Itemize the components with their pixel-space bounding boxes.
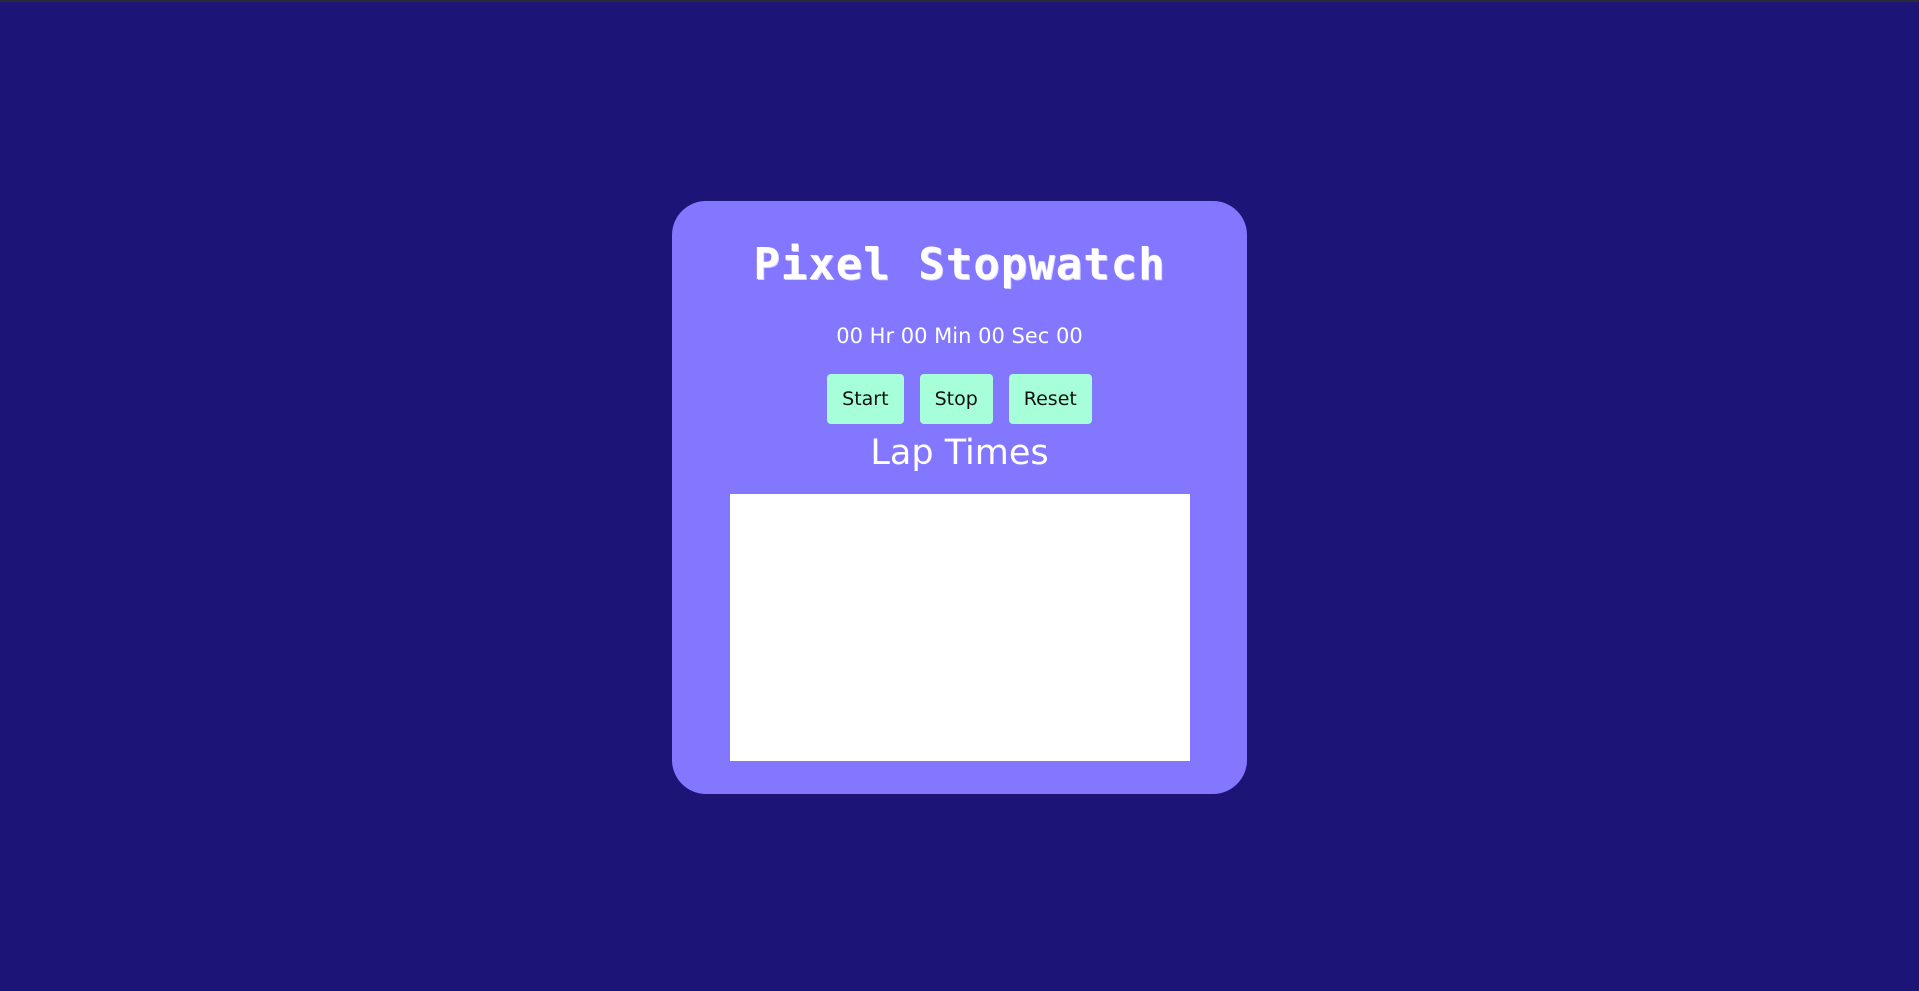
stop-button[interactable]: Stop — [919, 374, 993, 424]
time-display: 00 Hr 00 Min 00 Sec 00 — [836, 324, 1083, 348]
reset-button[interactable]: Reset — [1008, 374, 1092, 424]
stopwatch-card: Pixel Stopwatch 00 Hr 00 Min 00 Sec 00 S… — [672, 201, 1247, 794]
lap-times-heading: Lap Times — [870, 433, 1049, 473]
start-button[interactable]: Start — [827, 374, 904, 424]
lap-times-list[interactable] — [730, 494, 1190, 761]
control-buttons: Start Stop Reset — [672, 374, 1247, 424]
window-top-edge — [0, 0, 1919, 2]
app-title: Pixel Stopwatch — [753, 239, 1166, 290]
